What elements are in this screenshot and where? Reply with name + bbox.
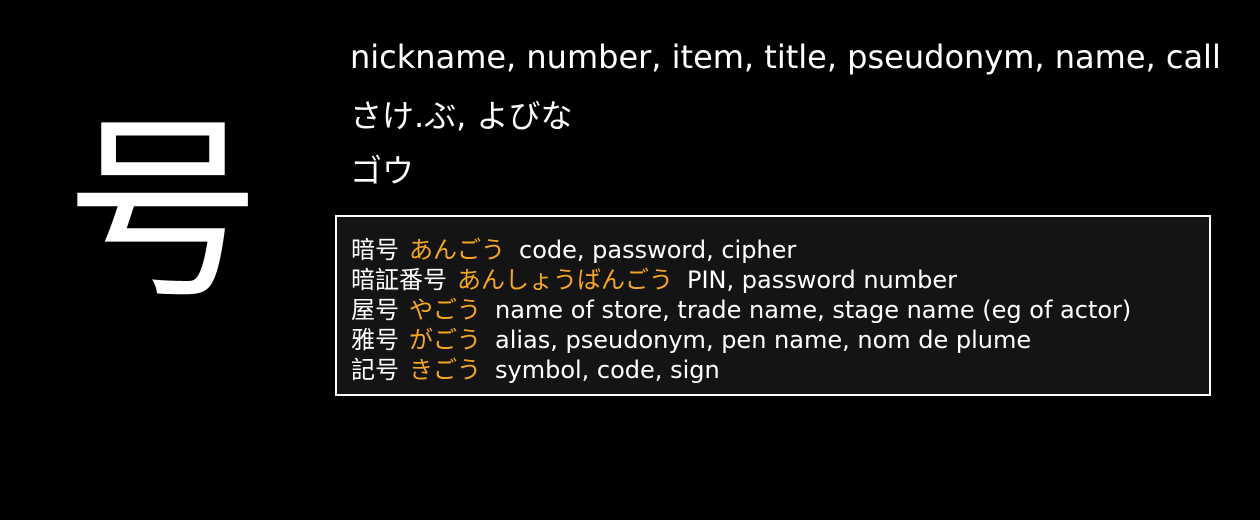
example-meaning: code, password, cipher <box>519 236 797 264</box>
example-row: 屋号 やごう name of store, trade name, stage na… <box>351 295 1131 325</box>
example-meaning: name of store, trade name, stage name (e… <box>495 296 1132 324</box>
example-row: 雅号 がごう alias, pseudonym, pen name, nom de … <box>351 325 1131 355</box>
example-reading: きごう <box>409 356 481 384</box>
example-reading: あんごう <box>409 236 505 264</box>
example-row: 暗証番号 あんしょうばんごう PIN, password number <box>351 265 1131 295</box>
example-reading: がごう <box>409 326 481 354</box>
example-row: 暗号 あんごう code, password, cipher <box>351 235 1131 265</box>
examples-panel: 暗号 あんごう code, password, cipher 暗証番号 あんしょうばん… <box>335 215 1211 396</box>
example-reading: やごう <box>409 296 481 324</box>
example-row: 記号 きごう symbol, code, sign <box>351 355 1131 385</box>
example-meaning: PIN, password number <box>687 266 957 294</box>
example-word: 暗号 <box>351 236 399 264</box>
meanings-text: nickname, number, item, title, pseudonym… <box>350 38 1221 76</box>
example-meaning: alias, pseudonym, pen name, nom de plume <box>495 326 1032 354</box>
example-word: 暗証番号 <box>351 266 447 294</box>
example-word: 記号 <box>351 356 399 384</box>
example-word: 雅号 <box>351 326 399 354</box>
example-reading: あんしょうばんごう <box>457 266 673 294</box>
examples-list: 暗号 あんごう code, password, cipher 暗証番号 あんしょうばん… <box>351 235 1131 385</box>
on-readings-text: ゴウ <box>350 152 415 190</box>
example-word: 屋号 <box>351 296 399 324</box>
kanji-character: 号 <box>64 98 261 326</box>
example-meaning: symbol, code, sign <box>495 356 720 384</box>
kun-readings-text: さけ.ぶ, よびな <box>350 97 573 135</box>
